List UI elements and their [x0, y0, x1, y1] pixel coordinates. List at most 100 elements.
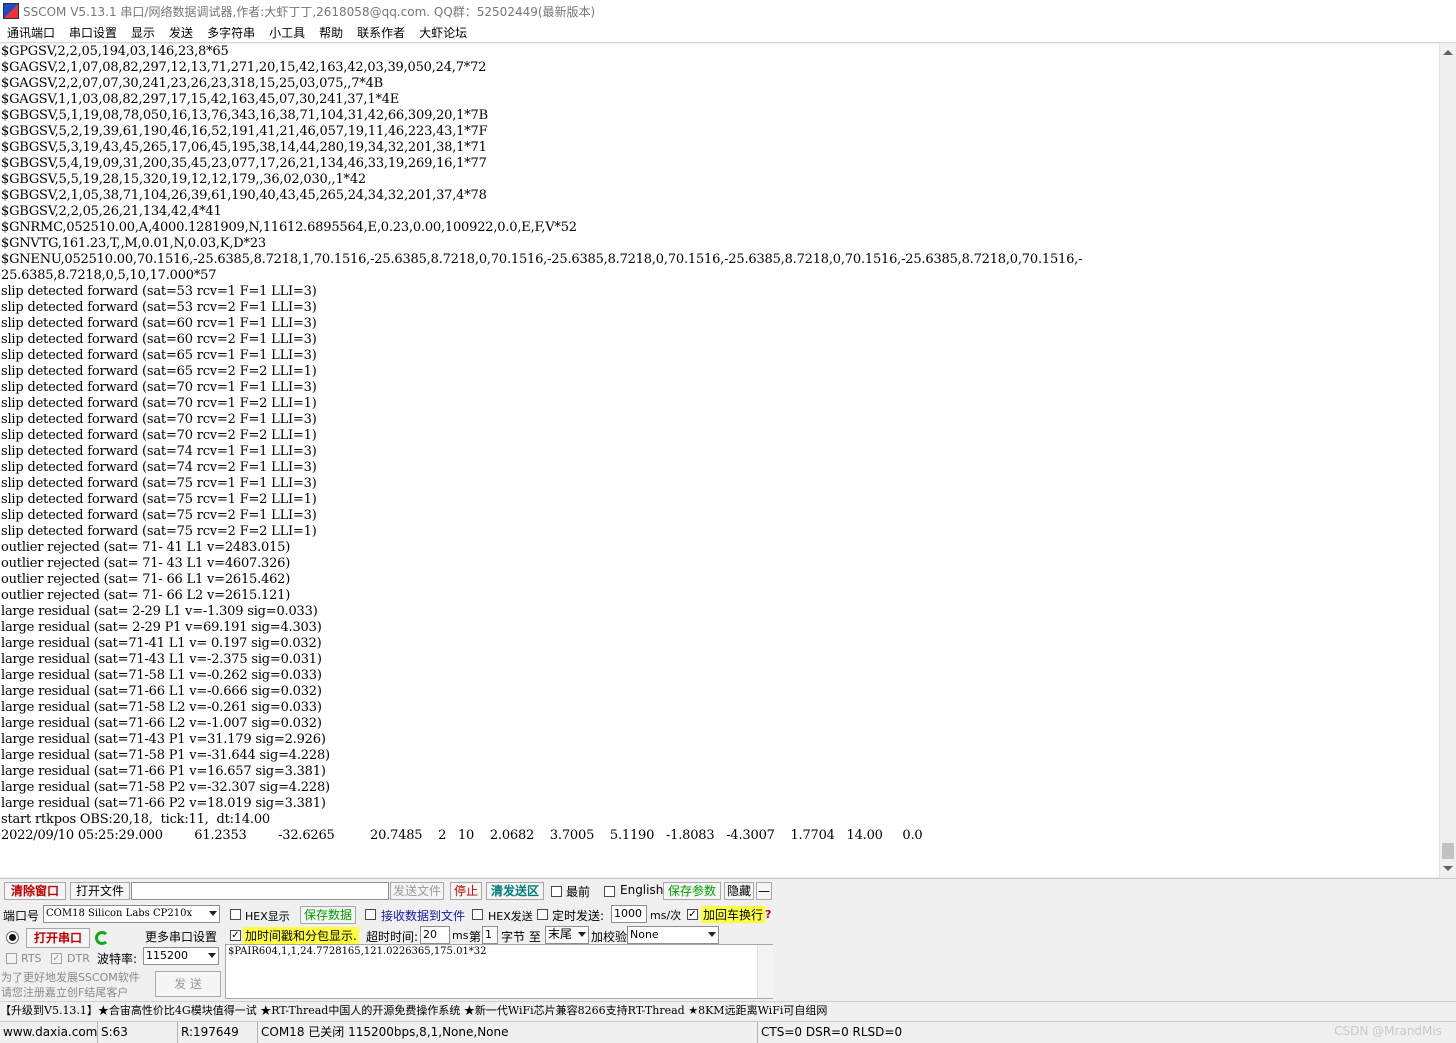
- console-line: large residual (sat= 2-29 L1 v=-1.309 si…: [1, 604, 318, 619]
- console-line: slip detected forward (sat=75 rcv=2 F=2 …: [1, 524, 317, 539]
- app-icon: [3, 3, 19, 19]
- console-line: outlier rejected (sat= 71- 43 L1 v=4607.…: [1, 556, 291, 571]
- file-path-input[interactable]: [131, 882, 389, 900]
- window-title: SSCOM V5.13.1 串口/网络数据调试器,作者:大虾丁丁,2618058…: [23, 4, 596, 19]
- chevron-down-icon: [208, 953, 216, 958]
- refresh-icon[interactable]: [95, 931, 109, 945]
- console-line: $GBGSV,5,2,19,39,61,190,46,16,52,191,41,…: [1, 124, 488, 139]
- menu-item[interactable]: 发送: [162, 24, 200, 41]
- rts-checkbox[interactable]: [6, 953, 17, 964]
- save-params-button[interactable]: 保存参数: [663, 882, 721, 900]
- recv-to-file-checkbox[interactable]: [365, 909, 376, 920]
- top-most-checkbox[interactable]: [551, 886, 562, 897]
- scroll-up-icon[interactable]: [1443, 50, 1453, 55]
- send-scrollbar[interactable]: [757, 945, 773, 998]
- menu-item[interactable]: 多字符串: [200, 24, 262, 41]
- console-line: slip detected forward (sat=70 rcv=1 F=1 …: [1, 380, 317, 395]
- port-label: 端口号: [3, 909, 40, 923]
- ad-bar[interactable]: 【升级到V5.13.1】★合宙高性价比4G模块值得一试 ★RT-Thread中国…: [0, 1001, 1456, 1021]
- chevron-down-icon: [209, 911, 217, 916]
- timed-send-checkbox[interactable]: [537, 909, 548, 920]
- console-line: slip detected forward (sat=75 rcv=2 F=1 …: [1, 508, 317, 523]
- more-settings-link[interactable]: 更多串口设置: [145, 928, 217, 945]
- port-status-icon: [6, 931, 19, 944]
- hex-send-checkbox[interactable]: [472, 909, 483, 920]
- timestamp-checkbox[interactable]: ✓: [230, 930, 241, 941]
- menu-item[interactable]: 帮助: [312, 24, 350, 41]
- collapse-button[interactable]: —: [756, 882, 772, 900]
- menu-item[interactable]: 通讯端口: [0, 24, 62, 41]
- timeout-input[interactable]: 20: [420, 926, 450, 944]
- console-line: slip detected forward (sat=75 rcv=1 F=2 …: [1, 492, 317, 507]
- clear-send-button[interactable]: 清发送区: [486, 882, 544, 900]
- baud-label: 波特率:: [97, 952, 138, 966]
- title-bar: SSCOM V5.13.1 串口/网络数据调试器,作者:大虾丁丁,2618058…: [0, 0, 1456, 22]
- send-file-button[interactable]: 发送文件: [390, 882, 444, 900]
- console-line: $GBGSV,5,4,19,09,31,200,35,45,23,077,17,…: [1, 156, 487, 171]
- console-line: slip detected forward (sat=60 rcv=1 F=1 …: [1, 316, 317, 331]
- open-file-button[interactable]: 打开文件: [70, 882, 130, 900]
- promo-line-2: 请您注册嘉立创F结尾客户: [1, 986, 129, 999]
- website-link[interactable]: www.daxia.com: [0, 1022, 98, 1043]
- checksum-select[interactable]: None: [627, 926, 719, 944]
- console-line: large residual (sat=71-58 L2 v=-0.261 si…: [1, 700, 322, 715]
- add-crlf-label: 加回车换行: [701, 906, 766, 923]
- clear-window-button[interactable]: 清除窗口: [4, 882, 66, 900]
- top-most-label: 最前: [566, 885, 591, 899]
- menu-item[interactable]: 小工具: [262, 24, 312, 41]
- timed-send-label: 定时发送:: [552, 909, 605, 923]
- menu-item[interactable]: 串口设置: [62, 24, 124, 41]
- console-line: $GAGSV,2,1,07,08,82,297,12,13,71,271,20,…: [1, 60, 487, 75]
- console-line: slip detected forward (sat=60 rcv=2 F=1 …: [1, 332, 317, 347]
- console-line: 25.6385,8.7218,0,5,10,17.000*57: [1, 268, 217, 283]
- watermark: CSDN @MrandMis: [1334, 1024, 1442, 1038]
- console-line: slip detected forward (sat=65 rcv=1 F=1 …: [1, 348, 317, 363]
- stop-button[interactable]: 停止: [450, 882, 482, 900]
- console-line: outlier rejected (sat= 71- 41 L1 v=2483.…: [1, 540, 291, 555]
- console-line: large residual (sat=71-58 L1 v=-0.262 si…: [1, 668, 322, 683]
- receive-console[interactable]: $GPGSV,2,2,05,194,03,146,23,8*65 $GAGSV,2…: [0, 44, 1439, 877]
- end-select[interactable]: 末尾: [545, 926, 589, 944]
- menu-item[interactable]: 大虾论坛: [412, 24, 474, 41]
- console-line: 2022/09/10 05:25:29.000 61.2353 -32.6265…: [1, 828, 923, 843]
- hex-display-checkbox[interactable]: [230, 909, 241, 920]
- save-data-button[interactable]: 保存数据: [300, 906, 356, 924]
- console-line: $GBGSV,5,5,19,28,15,320,19,12,12,179,,36…: [1, 172, 367, 187]
- promo-line-1: 为了更好地发展SSCOM软件: [1, 971, 140, 984]
- open-port-button[interactable]: 打开串口: [26, 928, 90, 948]
- scroll-thumb[interactable]: [1442, 843, 1454, 859]
- chevron-down-icon: [578, 932, 586, 937]
- send-button[interactable]: 发 送: [155, 971, 221, 997]
- interval-input[interactable]: 1000: [611, 905, 647, 923]
- help-icon[interactable]: ?: [765, 908, 771, 921]
- console-line: large residual (sat=71-43 P1 v=31.179 si…: [1, 732, 326, 747]
- nth-input[interactable]: 1: [482, 926, 498, 944]
- dtr-checkbox[interactable]: ✓: [51, 953, 62, 964]
- console-line: $GNRMC,052510.00,A,4000.1281909,N,11612.…: [1, 220, 577, 235]
- end-select-value: 末尾: [548, 927, 573, 941]
- console-line: $GNENU,052510.00,70.1516,-25.6385,8.7218…: [1, 252, 1083, 267]
- timestamp-label: 加时间戳和分包显示.: [243, 927, 359, 944]
- port-select[interactable]: COM18 Silicon Labs CP210x: [43, 905, 220, 923]
- console-line: start rtkpos OBS:20,18, tick:11, dt:14.0…: [1, 812, 270, 827]
- recv-to-file-label: 接收数据到文件: [381, 909, 466, 923]
- status-bar: www.daxia.com S:63 R:197649 COM18 已关闭 11…: [0, 1021, 1456, 1043]
- scroll-down-icon[interactable]: [1443, 866, 1453, 871]
- dtr-label: DTR: [67, 952, 90, 965]
- console-line: large residual (sat=71-58 P1 v=-31.644 s…: [1, 748, 330, 763]
- menu-item[interactable]: 联系作者: [350, 24, 412, 41]
- hex-display-label: HEX显示: [245, 910, 290, 923]
- send-textarea[interactable]: $PAIR604,1,1,24.7728165,121.0226365,175.…: [225, 944, 773, 999]
- console-scrollbar[interactable]: [1439, 44, 1456, 877]
- english-checkbox[interactable]: [604, 886, 615, 897]
- console-line: slip detected forward (sat=65 rcv=2 F=2 …: [1, 364, 317, 379]
- hide-button[interactable]: 隐藏: [724, 882, 754, 900]
- baud-select[interactable]: 115200: [143, 947, 219, 965]
- console-line: $GBGSV,5,1,19,08,78,050,16,13,76,343,16,…: [1, 108, 488, 123]
- menu-item[interactable]: 显示: [124, 24, 162, 41]
- timeout-unit: ms: [452, 929, 469, 942]
- console-line: $GAGSV,1,1,03,08,82,297,17,15,42,163,45,…: [1, 92, 400, 107]
- add-crlf-checkbox[interactable]: ✓: [687, 909, 698, 920]
- console-line: large residual (sat=71-66 P1 v=16.657 si…: [1, 764, 326, 779]
- console-line: slip detected forward (sat=53 rcv=1 F=1 …: [1, 284, 317, 299]
